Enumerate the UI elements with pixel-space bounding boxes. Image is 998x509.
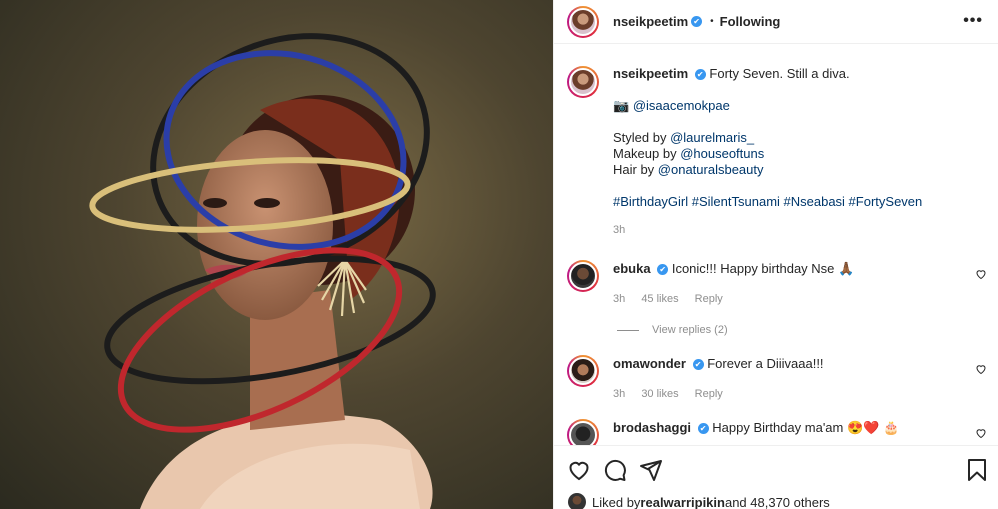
comment-heart-icon[interactable]	[975, 268, 987, 280]
commenter-username[interactable]: ebuka	[613, 261, 651, 276]
author-username[interactable]: nseikpeetim	[613, 14, 688, 29]
caption-username[interactable]: nseikpeetim	[613, 66, 688, 81]
comments-list[interactable]: nseikpeetim ✔ Forty Seven. Still a diva.…	[554, 45, 998, 445]
portrait-image	[89, 33, 436, 509]
comment-text: Happy Birthday ma'am 😍❤️ 🎂	[712, 420, 900, 435]
separator-dot: •	[710, 16, 714, 27]
commenter-username[interactable]: omawonder	[613, 356, 686, 371]
post-detail-panel: nseikpeetim ✔ • Following ••• nseikpeeti…	[553, 0, 998, 509]
caption-timestamp[interactable]: 3h	[613, 222, 922, 238]
makeup-link[interactable]: @houseoftuns	[680, 146, 764, 161]
post-actions	[554, 445, 998, 485]
post-header: nseikpeetim ✔ • Following •••	[554, 0, 998, 44]
comment-text: Forever a Diiivaaa!!!	[707, 356, 824, 371]
replies-divider	[617, 329, 639, 331]
comment-icon[interactable]	[603, 458, 627, 482]
liker-username[interactable]: realwarripikin	[640, 495, 725, 509]
view-replies-button[interactable]: View replies (2)	[617, 324, 728, 336]
reply-button[interactable]: Reply	[695, 293, 723, 305]
post-photo[interactable]	[0, 0, 553, 509]
author-avatar[interactable]	[567, 5, 599, 38]
comment-text: Iconic!!! Happy birthday Nse 🙏🏾	[671, 261, 855, 276]
photo-credit-link[interactable]: @isaacemokpae	[633, 98, 730, 113]
view-replies-label: View replies (2)	[652, 324, 728, 336]
camera-icon: 📷	[613, 98, 630, 113]
hair-label: Hair by	[613, 162, 658, 177]
verified-icon: ✔	[694, 69, 706, 81]
comment-item: ebuka ✔ Iconic!!! Happy birthday Nse 🙏🏾 …	[567, 260, 987, 308]
likes-summary[interactable]: Liked by realwarripikin and 48,370 other…	[568, 493, 830, 509]
comment-heart-icon[interactable]	[975, 363, 987, 375]
caption-avatar[interactable]	[567, 66, 599, 98]
comment-item: brodashaggi ✔ Happy Birthday ma'am 😍❤️ 🎂	[567, 419, 987, 445]
following-button[interactable]: Following	[720, 14, 781, 29]
likes-prefix: Liked by	[592, 494, 641, 509]
commenter-avatar[interactable]	[567, 355, 599, 387]
more-icon[interactable]: •••	[963, 12, 983, 30]
share-icon[interactable]	[639, 458, 663, 482]
bookmark-icon[interactable]	[965, 458, 989, 482]
heart-icon[interactable]	[567, 458, 591, 482]
styled-link[interactable]: @laurelmaris_	[670, 130, 754, 145]
hashtags[interactable]: #BirthdayGirl #SilentTsunami #Nseabasi #…	[613, 194, 922, 209]
comment-likes[interactable]: 45 likes	[641, 293, 678, 305]
likes-suffix[interactable]: and 48,370 others	[725, 495, 830, 509]
commenter-avatar[interactable]	[567, 260, 599, 292]
comment-heart-icon[interactable]	[975, 427, 987, 439]
reply-button[interactable]: Reply	[695, 388, 723, 400]
caption-text: Forty Seven. Still a diva.	[709, 66, 850, 81]
comment-likes[interactable]: 30 likes	[641, 388, 678, 400]
comment-time[interactable]: 3h	[613, 388, 625, 400]
commenter-username[interactable]: brodashaggi	[613, 420, 691, 435]
verified-icon: ✔	[697, 423, 709, 435]
verified-icon: ✔	[657, 264, 669, 276]
hair-link[interactable]: @onaturalsbeauty	[658, 162, 764, 177]
verified-icon: ✔	[692, 359, 704, 371]
makeup-label: Makeup by	[613, 146, 681, 161]
post-caption: nseikpeetim ✔ Forty Seven. Still a diva.…	[567, 66, 987, 238]
verified-icon: ✔	[691, 16, 703, 27]
styled-label: Styled by	[613, 130, 671, 145]
comment-time[interactable]: 3h	[613, 293, 625, 305]
comment-item: omawonder ✔ Forever a Diiivaaa!!! 3h 30 …	[567, 355, 987, 403]
commenter-avatar[interactable]	[567, 419, 599, 445]
liker-avatar	[568, 493, 586, 509]
